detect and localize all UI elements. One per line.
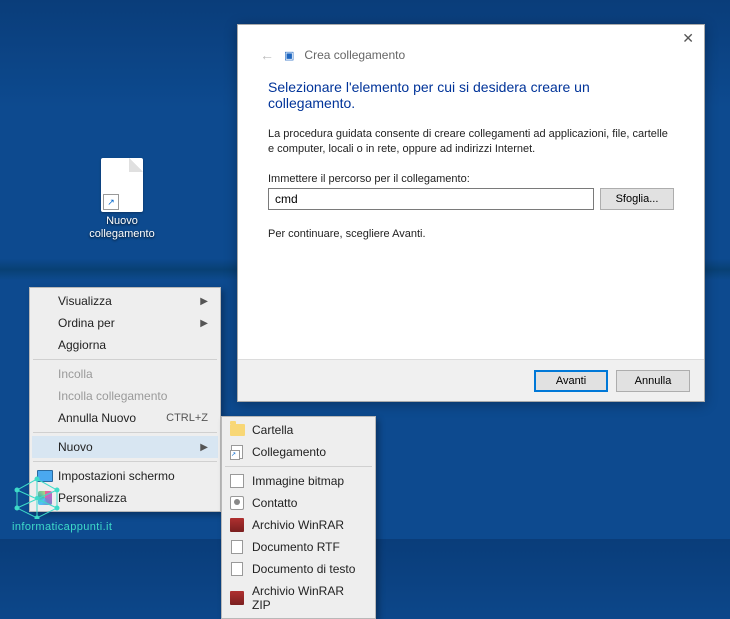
submenu-item-collegamento[interactable]: Collegamento (224, 441, 373, 463)
desktop-shortcut-label: Nuovo collegamento (80, 215, 164, 241)
dialog-footer: Avanti Annulla (238, 359, 704, 401)
keyboard-shortcut: CTRL+Z (166, 412, 208, 424)
watermark-logo-icon (12, 475, 62, 519)
menu-item-ordina-per[interactable]: Ordina per▶ (32, 312, 218, 334)
continue-hint: Per continuare, scegliere Avanti. (268, 228, 674, 240)
shortcut-wizard-icon: ▣ (284, 49, 294, 62)
contact-icon (229, 495, 245, 511)
rar-icon (229, 590, 245, 606)
desktop-shortcut-new[interactable]: Nuovo collegamento (80, 158, 164, 241)
menu-item-incolla: Incolla (32, 363, 218, 385)
submenu-item-winrar-zip[interactable]: Archivio WinRAR ZIP (224, 580, 373, 616)
chevron-right-icon: ▶ (200, 442, 208, 453)
path-input[interactable] (268, 188, 594, 210)
close-icon[interactable]: ✕ (682, 30, 694, 47)
menu-separator (225, 466, 372, 467)
next-button[interactable]: Avanti (534, 370, 608, 392)
shortcut-file-icon (101, 158, 143, 212)
browse-button[interactable]: Sfoglia... (600, 188, 674, 210)
submenu-item-winrar[interactable]: Archivio WinRAR (224, 514, 373, 536)
create-shortcut-dialog: ✕ ← ▣ Crea collegamento Selezionare l'el… (237, 24, 705, 402)
shortcut-icon (229, 444, 245, 460)
watermark-text: informaticappunti.it (12, 521, 112, 533)
submenu-item-rtf[interactable]: Documento RTF (224, 536, 373, 558)
chevron-right-icon: ▶ (200, 296, 208, 307)
dialog-headline: Selezionare l'elemento per cui si deside… (268, 79, 674, 111)
folder-icon (229, 422, 245, 438)
file-icon (229, 561, 245, 577)
submenu-item-bitmap[interactable]: Immagine bitmap (224, 470, 373, 492)
submenu-item-cartella[interactable]: Cartella (224, 419, 373, 441)
submenu-item-testo[interactable]: Documento di testo (224, 558, 373, 580)
menu-item-incolla-collegamento: Incolla collegamento (32, 385, 218, 407)
menu-item-annulla-nuovo[interactable]: Annulla NuovoCTRL+Z (32, 407, 218, 429)
submenu-item-contatto[interactable]: Contatto (224, 492, 373, 514)
file-icon (229, 539, 245, 555)
menu-separator (33, 432, 217, 433)
dialog-breadcrumb: Crea collegamento (304, 48, 405, 62)
chevron-right-icon: ▶ (200, 318, 208, 329)
path-field-label: Immettere il percorso per il collegament… (268, 173, 674, 185)
menu-separator (33, 461, 217, 462)
submenu-nuovo: Cartella Collegamento Immagine bitmap Co… (221, 416, 376, 619)
menu-item-nuovo[interactable]: Nuovo▶ (32, 436, 218, 458)
watermark: informaticappunti.it (12, 475, 112, 533)
cancel-button[interactable]: Annulla (616, 370, 690, 392)
dialog-description: La procedura guidata consente di creare … (268, 127, 674, 157)
rar-icon (229, 517, 245, 533)
menu-item-aggiorna[interactable]: Aggiorna (32, 334, 218, 356)
menu-item-visualizza[interactable]: Visualizza▶ (32, 290, 218, 312)
menu-separator (33, 359, 217, 360)
back-icon[interactable]: ← (260, 47, 274, 63)
bitmap-icon (229, 473, 245, 489)
